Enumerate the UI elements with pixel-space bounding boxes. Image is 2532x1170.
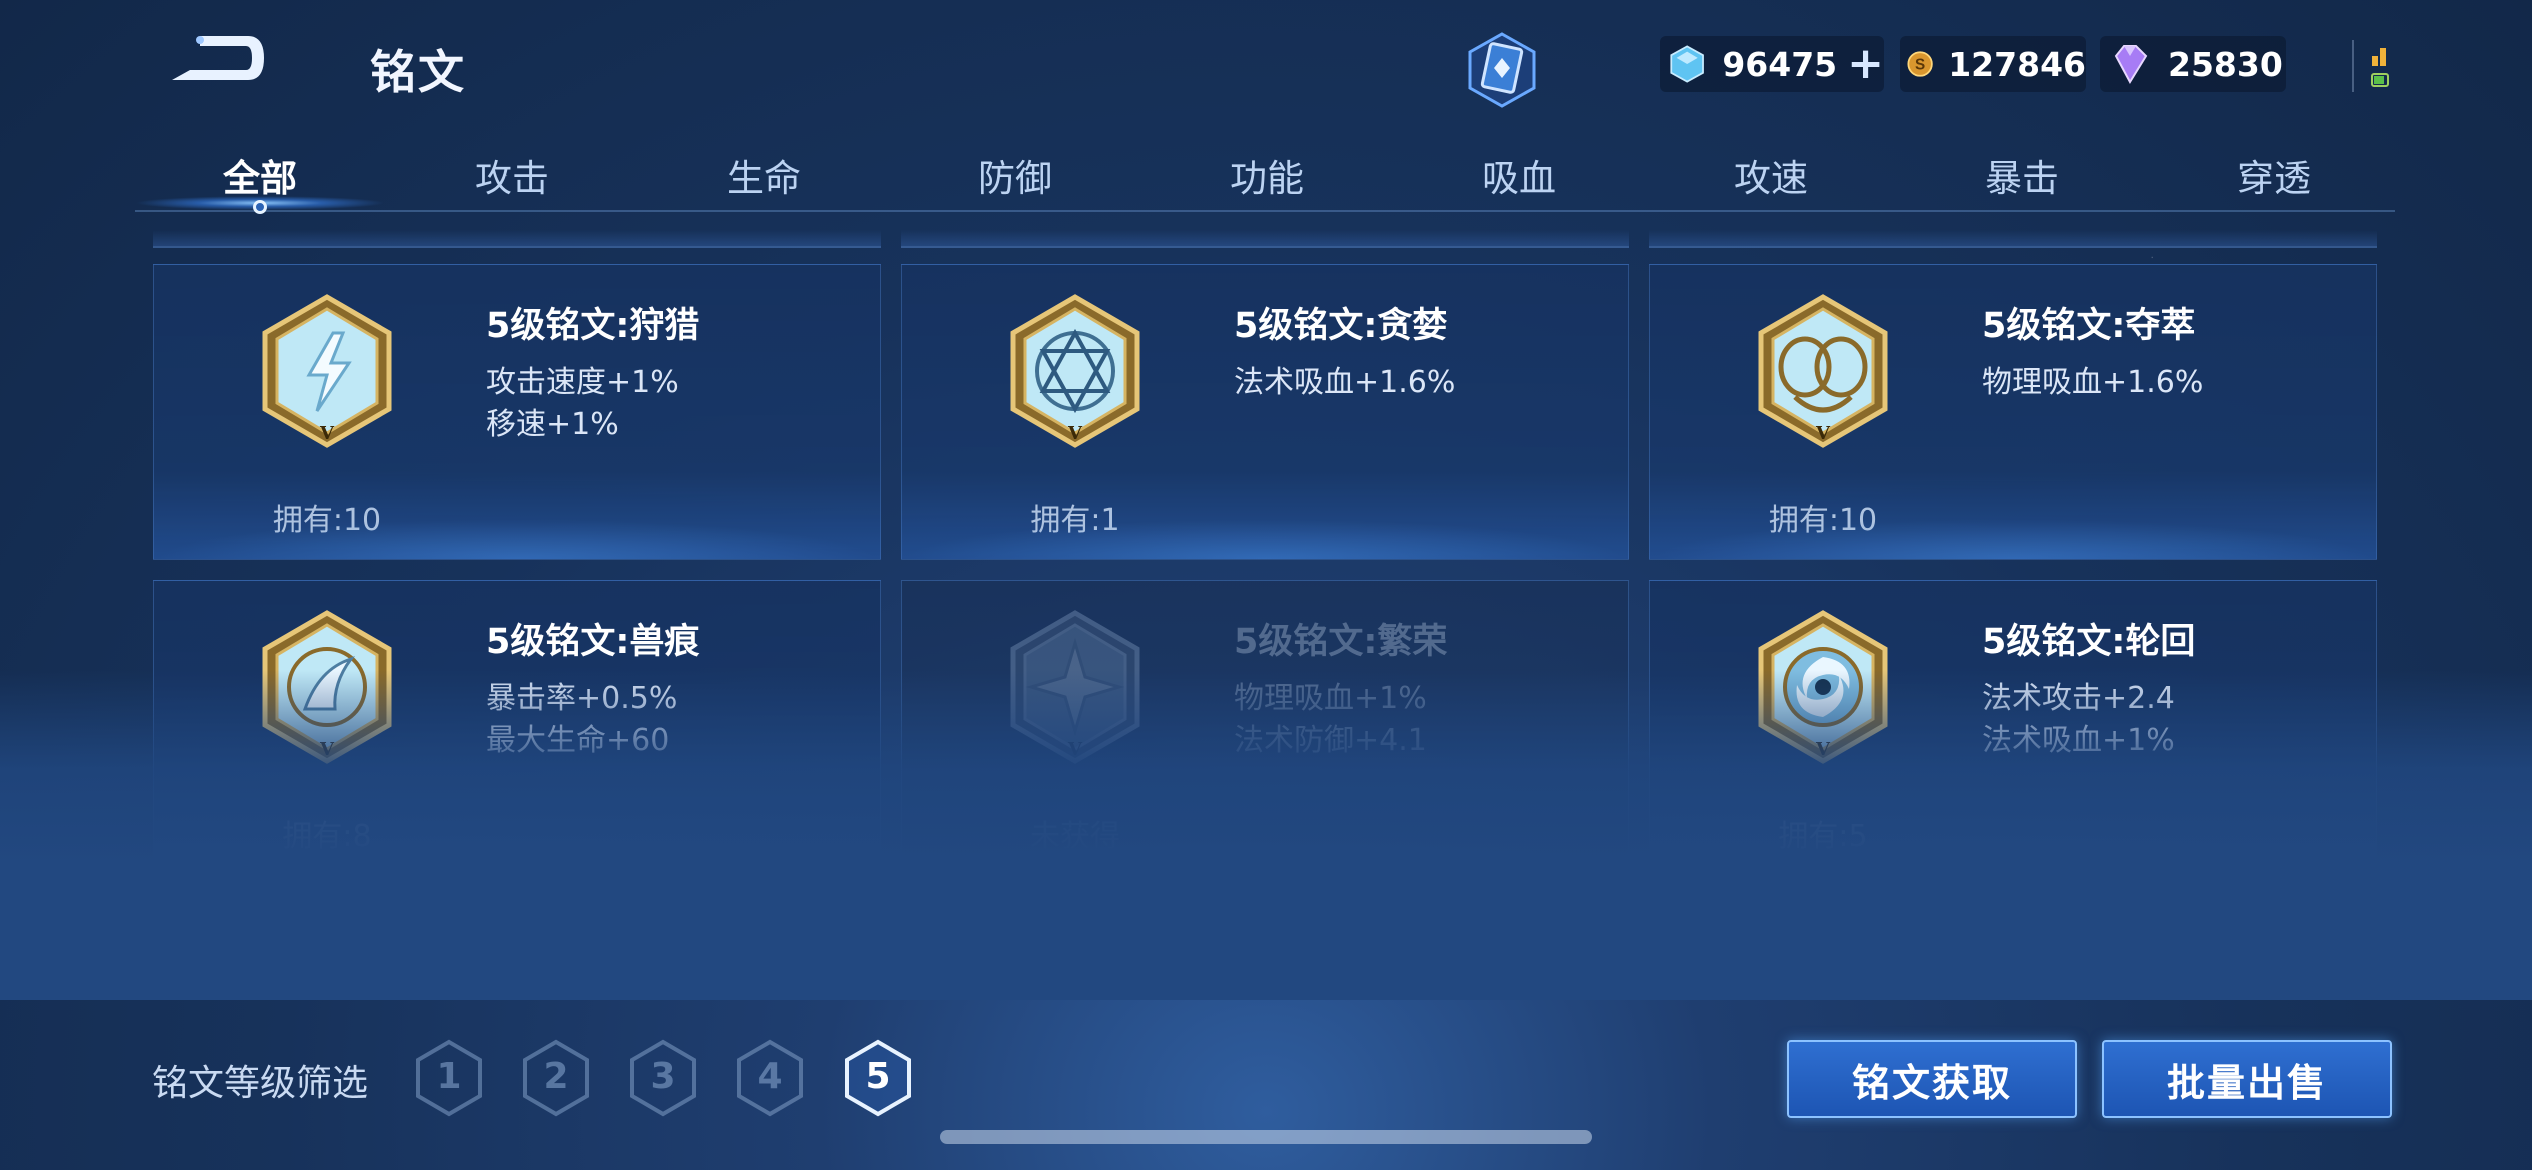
svg-text:S: S	[1915, 56, 1925, 73]
inscription-name: 5级铭文:狩猎	[486, 306, 700, 346]
inscription-attr: 物理吸血+1.6%	[1982, 365, 2204, 400]
tab-crit[interactable]: 暴击	[1922, 148, 2122, 202]
bulk-sell-button[interactable]: 批量出售	[2102, 1040, 2392, 1118]
emblem-icon	[262, 926, 392, 990]
level-filter-4[interactable]: 4	[733, 1038, 807, 1118]
gold-coin-icon: S	[1907, 51, 1933, 77]
lightning-emblem-icon: V	[262, 294, 392, 448]
diamond-currency[interactable]: 96475 +	[1660, 36, 1884, 92]
svg-text:V: V	[319, 739, 335, 760]
level-filter-5[interactable]: 5	[841, 1038, 915, 1118]
diamond-icon	[1670, 45, 1704, 83]
inscription-card[interactable]: V 5级铭文:夺萃 物理吸血+1.6% 拥有:10	[1649, 264, 2377, 560]
inscription-attr: 暴击率+0.5%	[486, 681, 678, 716]
level-filter-1[interactable]: 1	[412, 1038, 486, 1118]
gem-currency: 25830	[2100, 36, 2286, 92]
owned-count: 拥有:8	[282, 819, 372, 854]
inscription-card-locked[interactable]: V 5级铭文:繁荣 物理吸血+1% 法术防御+4.1 未获得	[901, 580, 1629, 876]
tab-all[interactable]: 全部	[160, 148, 360, 202]
level-filter-3[interactable]: 3	[626, 1038, 700, 1118]
tab-penetration[interactable]: 穿透	[2174, 148, 2374, 202]
inscription-card[interactable]: 5级铭文:调和	[153, 896, 881, 990]
gem-value: 25830	[2168, 44, 2283, 84]
add-diamond-icon[interactable]: +	[1847, 42, 1884, 86]
card-edge	[153, 230, 881, 248]
diamond-value: 96475	[1722, 44, 1838, 84]
inscription-attr: 攻击速度+1%	[486, 365, 679, 400]
owned-count: 拥有:10	[1768, 503, 1878, 538]
inscription-attr: 移速+1%	[486, 407, 619, 442]
inscription-name: 5级铭文:贪婪	[1234, 306, 1448, 346]
svg-text:V: V	[1067, 423, 1083, 444]
inscription-attr: 物理吸血+1%	[1234, 681, 1427, 716]
back-button[interactable]	[160, 30, 270, 90]
purple-gem-icon	[2114, 45, 2148, 85]
level-filter-2[interactable]: 2	[519, 1038, 593, 1118]
emblem-icon	[1758, 926, 1888, 990]
inscription-attr: 法术吸血+1.6%	[1234, 365, 1456, 400]
page-title: 铭文	[370, 45, 466, 99]
inscription-name: 5级铭文:兽痕	[486, 622, 700, 662]
svg-text:V: V	[319, 423, 335, 444]
inscription-card[interactable]: V 5级铭文:轮回 法术攻击+2.4 法术吸血+1% 拥有:5	[1649, 580, 2377, 876]
inscription-name: 5级铭文:鹰眼	[1982, 938, 2196, 978]
acquire-inscription-button[interactable]: 铭文获取	[1787, 1040, 2077, 1118]
inscription-grid[interactable]: V 5级铭文:狩猎 攻击速度+1% 移速+1% 拥有:10 V 5级铭文:贪婪 …	[153, 230, 2383, 990]
owned-count: 拥有:10	[272, 503, 382, 538]
tab-attack-speed[interactable]: 攻速	[1671, 148, 1871, 202]
active-tab-indicator	[253, 200, 267, 214]
inscription-attr: 法术防御+4.1	[1234, 723, 1427, 758]
svg-text:V: V	[1067, 739, 1083, 760]
card-edge	[901, 230, 1629, 248]
inscription-name: 5级铭文:轮回	[1982, 622, 2196, 662]
inscription-name: 5级铭文:隐匿	[1234, 938, 1448, 978]
card-edge	[1649, 230, 2377, 248]
back-arrow-icon	[172, 36, 264, 80]
inscription-attr: 法术攻击+2.4	[1982, 681, 2175, 716]
knot-emblem-icon: V	[1758, 294, 1888, 448]
claw-emblem-icon: V	[262, 610, 392, 764]
swirl-emblem-icon: V	[1758, 610, 1888, 764]
emblem-icon	[1010, 926, 1140, 990]
tab-lifesteal[interactable]: 吸血	[1419, 148, 1619, 202]
inscription-card[interactable]: V 5级铭文:兽痕 暴击率+0.5% 最大生命+60 拥有:8	[153, 580, 881, 876]
inscription-name: 5级铭文:调和	[486, 938, 700, 978]
compass-emblem-icon: V	[1010, 610, 1140, 764]
not-obtained-label: 未获得	[1030, 819, 1120, 854]
gold-value: 127846	[1948, 44, 2086, 84]
svg-text:V: V	[1815, 423, 1831, 444]
svg-text:V: V	[1815, 739, 1831, 760]
tab-health[interactable]: 生命	[664, 148, 864, 202]
tab-defense[interactable]: 防御	[915, 148, 1115, 202]
inscription-card[interactable]: 5级铭文:鹰眼	[1649, 896, 2377, 990]
home-indicator[interactable]	[940, 1130, 1592, 1144]
level-filter-label: 铭文等级筛选	[152, 1063, 369, 1104]
category-tabs: 全部 攻击 生命 防御 功能 吸血 攻速 暴击 穿透	[135, 140, 2395, 214]
tab-underline	[135, 210, 2395, 212]
inscription-card[interactable]: V 5级铭文:贪婪 法术吸血+1.6% 拥有:1	[901, 264, 1629, 560]
inscription-attr: 最大生命+60	[486, 723, 670, 758]
inscription-book-icon[interactable]	[1462, 30, 1542, 110]
signal-battery-icon	[2352, 40, 2389, 92]
inscription-name: 5级铭文:夺萃	[1982, 306, 2196, 346]
inscription-attr: 法术吸血+1%	[1982, 723, 2175, 758]
gold-currency: S 127846	[1900, 36, 2086, 92]
owned-count: 拥有:1	[1030, 503, 1120, 538]
inscription-card[interactable]: 5级铭文:隐匿	[901, 896, 1629, 990]
inscription-name: 5级铭文:繁荣	[1234, 622, 1448, 662]
tab-function[interactable]: 功能	[1167, 148, 1367, 202]
star-emblem-icon: V	[1010, 294, 1140, 448]
inscription-card[interactable]: V 5级铭文:狩猎 攻击速度+1% 移速+1% 拥有:10	[153, 264, 881, 560]
owned-count: 拥有:5	[1778, 819, 1868, 854]
tab-attack[interactable]: 攻击	[412, 148, 612, 202]
